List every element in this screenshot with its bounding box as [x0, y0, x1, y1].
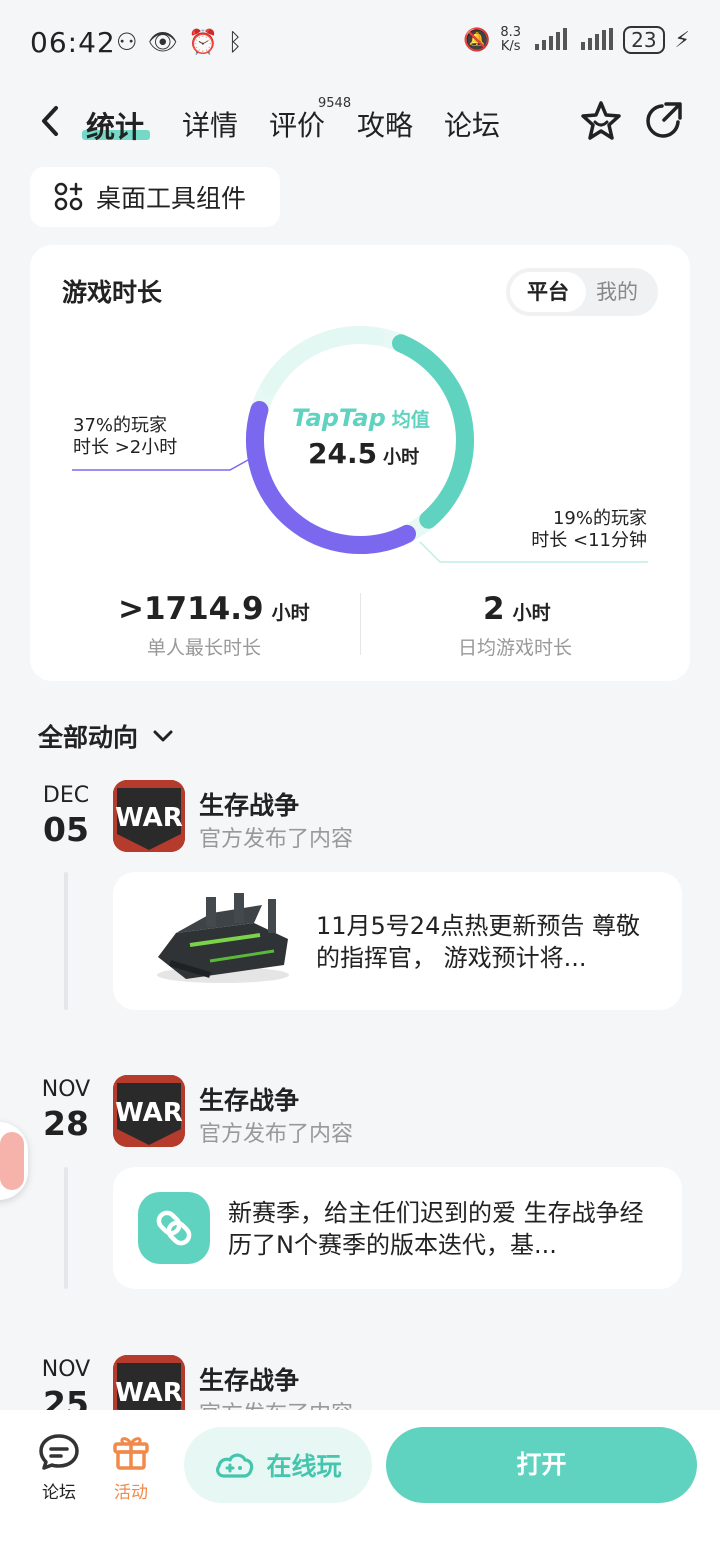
- bottom-forum-button[interactable]: 论坛: [29, 1430, 89, 1503]
- war-logo-icon: WAR: [113, 1075, 185, 1147]
- game-icon[interactable]: WAR: [113, 1075, 185, 1147]
- left-note: 37%的玩家 时长 >2小时: [73, 415, 177, 459]
- network-speed-value: 8.3: [500, 25, 522, 40]
- playtime-card-title: 游戏时长: [62, 278, 163, 307]
- feed-date-month: NOV: [41, 1357, 91, 1382]
- tab-reviews[interactable]: 评价: [269, 104, 325, 144]
- daily-playtime: 2 小时: [483, 591, 551, 627]
- donut-average-value: 24.5 小时: [308, 437, 419, 470]
- post-thumbnail-tank: [157, 893, 289, 983]
- segment-platform[interactable]: 平台: [510, 272, 586, 312]
- post-source-text: 官方发布了内容: [199, 827, 354, 852]
- bluetooth-icon: ᛒ: [227, 28, 243, 56]
- stats-divider: [360, 593, 361, 655]
- average-label: 均值: [391, 409, 430, 431]
- floating-bubble-avatar: [0, 1132, 24, 1190]
- star-favorite-icon[interactable]: [580, 100, 622, 142]
- forum-chat-icon: [39, 1434, 79, 1470]
- status-icons-right: 🔕 8.3 K/s 23 ⚡: [463, 26, 690, 54]
- war-logo-text: WAR: [115, 1378, 183, 1408]
- max-playtime: >1714.9 小时: [118, 591, 310, 627]
- tab-forum[interactable]: 论坛: [444, 104, 500, 144]
- taptap-logo-text: TapTap: [292, 404, 386, 432]
- daily-playtime-value: 2: [483, 591, 505, 627]
- bottom-activity-button[interactable]: 活动: [101, 1430, 161, 1503]
- tab-guides[interactable]: 攻略: [357, 104, 413, 144]
- desktop-widget-button[interactable]: 桌面工具组件: [30, 167, 280, 227]
- bottom-activity-label: 活动: [114, 1483, 148, 1503]
- war-logo-icon: WAR: [113, 780, 185, 852]
- game-icon[interactable]: WAR: [113, 780, 185, 852]
- feed-date-month: DEC: [42, 783, 90, 808]
- gift-icon: [113, 1437, 149, 1470]
- game-name[interactable]: 生存战争: [199, 786, 299, 822]
- status-time: 06:42: [30, 26, 116, 59]
- floating-side-bubble[interactable]: [0, 1122, 28, 1200]
- donut-brand: TapTap 均值: [292, 404, 430, 432]
- post-source-text: 官方发布了内容: [199, 1122, 354, 1147]
- left-note-line1: 37%的玩家: [73, 415, 168, 436]
- post-text: 新赛季，给主任们迟到的爱 生存战争经历了N个赛季的版本迭代，基...: [228, 1199, 644, 1259]
- feed-date-day: 28: [43, 1104, 89, 1143]
- right-note-line1: 19%的玩家: [552, 508, 647, 529]
- feed-date-month: NOV: [41, 1077, 91, 1102]
- network-speed: 8.3 K/s: [500, 26, 521, 54]
- right-note: 19%的玩家 时长 <11分钟: [531, 508, 647, 552]
- play-online-button[interactable]: 在线玩: [184, 1427, 372, 1503]
- tab-stats[interactable]: 统计: [86, 104, 144, 146]
- signal-icon-2: [581, 28, 614, 50]
- battery-indicator: 23: [623, 26, 665, 54]
- average-hours-value: 24.5: [308, 437, 378, 470]
- bottom-forum-label: 论坛: [42, 1483, 76, 1503]
- timeline-line: [64, 1167, 68, 1289]
- max-playtime-unit: 小时: [271, 602, 310, 624]
- left-note-leader-line: [72, 459, 249, 471]
- charging-icon: ⚡: [674, 27, 690, 53]
- max-playtime-label: 单人最长时长: [147, 637, 262, 659]
- data-saver-icon: ⚇: [116, 28, 138, 56]
- feed-title: 全部动向: [38, 723, 139, 752]
- play-online-label: 在线玩: [266, 1452, 342, 1481]
- post-text: 11月5号24点热更新预告 尊敬的指挥官， 游戏预计将...: [316, 912, 640, 972]
- game-name[interactable]: 生存战争: [199, 1081, 299, 1117]
- signal-icon: [535, 28, 568, 50]
- segment-mine[interactable]: 我的: [586, 272, 648, 312]
- widget-grid-icon: [54, 182, 83, 211]
- chevron-down-icon: [153, 730, 173, 742]
- desktop-widget-label: 桌面工具组件: [96, 184, 247, 213]
- feed-date-day: 05: [43, 810, 89, 849]
- mute-bell-icon: 🔕: [463, 27, 491, 53]
- share-icon[interactable]: [642, 100, 684, 142]
- back-arrow-icon[interactable]: [36, 104, 66, 138]
- daily-playtime-label: 日均游戏时长: [458, 637, 573, 659]
- link-icon-tile: [138, 1192, 210, 1264]
- alarm-icon: ⏰: [187, 28, 218, 56]
- war-logo-text: WAR: [115, 1098, 183, 1128]
- daily-playtime-unit: 小时: [512, 602, 551, 624]
- war-logo-text: WAR: [115, 803, 183, 833]
- timeline-line: [64, 872, 68, 1010]
- eye-icon: 👁: [147, 28, 178, 56]
- cloud-gamepad-icon: [216, 1453, 254, 1478]
- tab-details[interactable]: 详情: [182, 104, 238, 144]
- link-icon: [156, 1210, 192, 1246]
- average-hours-unit: 小时: [383, 447, 420, 468]
- open-game-button[interactable]: 打开: [386, 1427, 697, 1503]
- game-name[interactable]: 生存战争: [199, 1361, 299, 1397]
- network-speed-unit: K/s: [500, 39, 521, 54]
- donut-arc-under-11min: [260, 326, 386, 396]
- left-note-line2: 时长 >2小时: [73, 437, 178, 458]
- max-playtime-value: >1714.9: [118, 591, 264, 627]
- feed-filter-dropdown[interactable]: 全部动向: [38, 718, 174, 754]
- right-note-line2: 时长 <11分钟: [531, 530, 647, 551]
- review-count-badge: 9548: [318, 96, 352, 111]
- status-icons-left: ⚇ 👁 ⏰ ᛒ: [116, 28, 242, 56]
